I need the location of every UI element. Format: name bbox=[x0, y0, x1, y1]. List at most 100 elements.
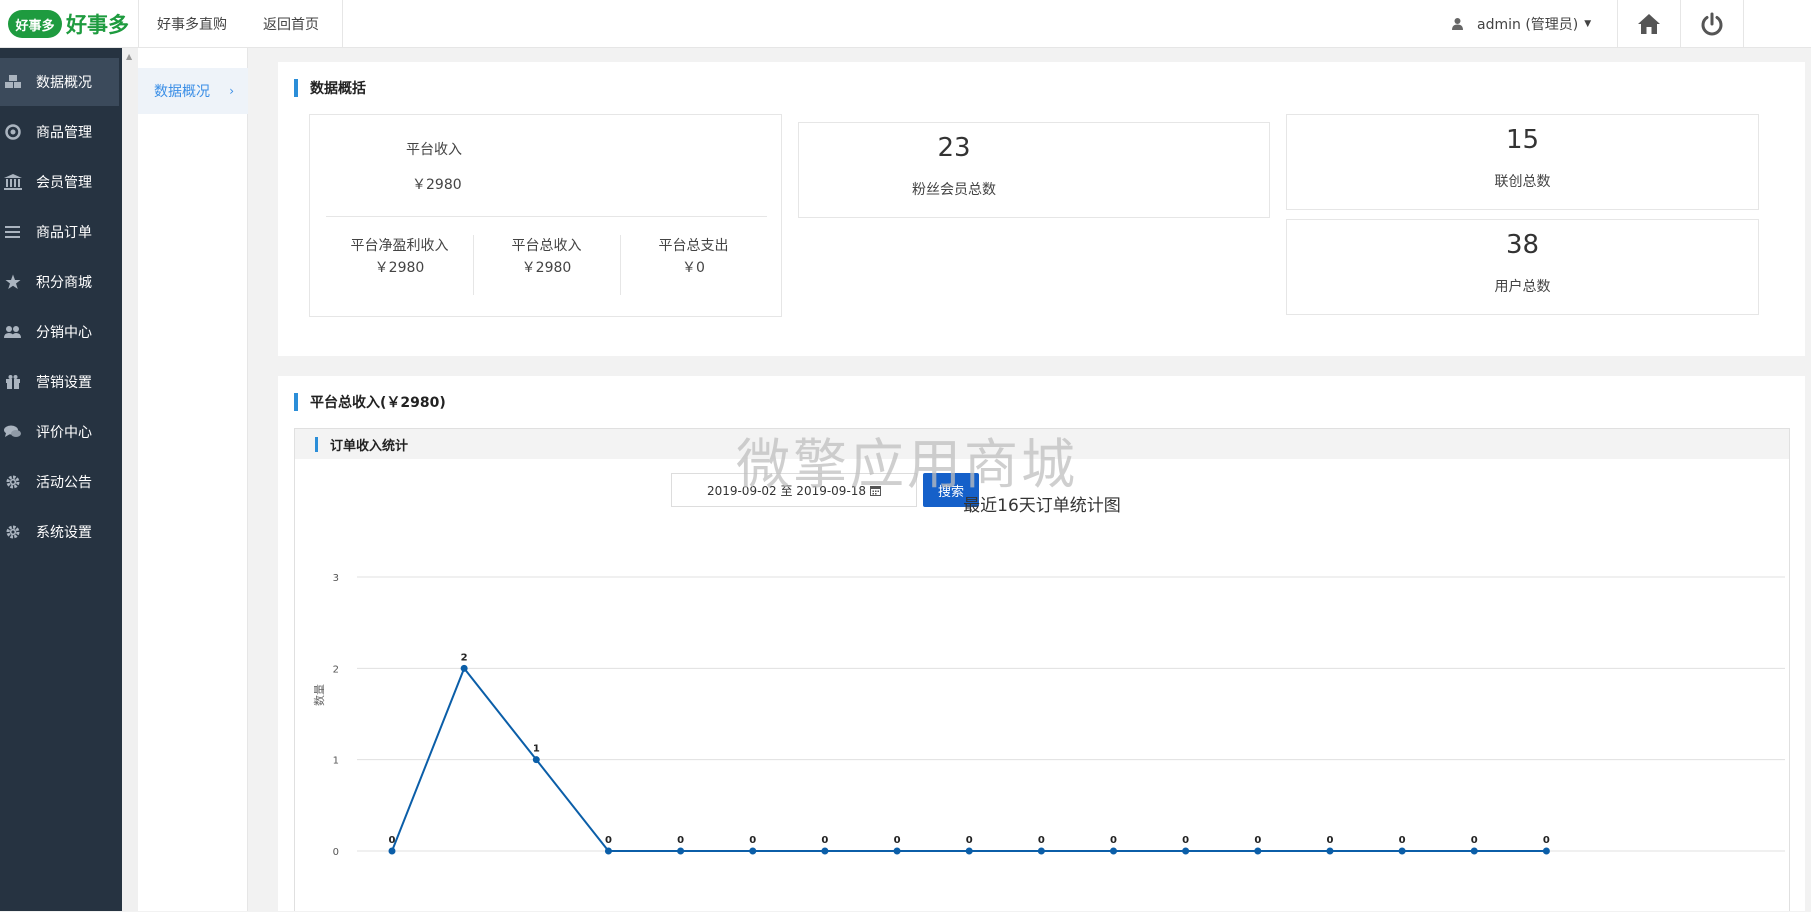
header-divider bbox=[342, 0, 343, 48]
user-menu[interactable]: admin (管理员) ▼ bbox=[1452, 14, 1591, 34]
data-point[interactable] bbox=[604, 847, 612, 855]
sidebar-item-label: 会员管理 bbox=[36, 175, 92, 191]
chart-head: 订单收入统计 bbox=[295, 429, 1789, 459]
data-label: 0 bbox=[677, 835, 684, 846]
sidebar-scrollbar[interactable]: ▲ bbox=[122, 48, 138, 911]
overview-panel: 数据概括 平台收入 ￥2980 平台净盈利收入 ￥2980 平台总收入 ￥298… bbox=[278, 62, 1805, 356]
income-label: 平台收入 bbox=[406, 142, 462, 158]
comments-icon bbox=[4, 423, 22, 441]
data-label: 2 bbox=[461, 652, 468, 663]
y-tick-label: 0 bbox=[333, 847, 339, 858]
secondary-nav: 数据概况 › bbox=[138, 48, 248, 911]
chevron-right-icon: › bbox=[229, 84, 234, 98]
logo-badge: 好事多 bbox=[8, 10, 62, 38]
header-divider bbox=[1743, 0, 1744, 48]
income-value: ￥2980 bbox=[412, 177, 462, 193]
sidebar-item-marketing[interactable]: 营销设置 bbox=[0, 358, 119, 406]
logout-button[interactable] bbox=[1680, 0, 1742, 48]
sidebar-item-label: 系统设置 bbox=[36, 525, 92, 541]
total-expense-block: 平台总支出 ￥0 bbox=[620, 235, 767, 299]
data-point[interactable] bbox=[1182, 847, 1190, 855]
data-point[interactable] bbox=[677, 847, 685, 855]
sidebar-item-overview[interactable]: 数据概况 bbox=[0, 58, 119, 106]
data-point[interactable] bbox=[893, 847, 901, 855]
gear-icon bbox=[4, 523, 22, 541]
header-divider bbox=[138, 0, 139, 48]
fans-card: 23 粉丝会员总数 bbox=[798, 122, 1270, 218]
data-label: 0 bbox=[749, 835, 756, 846]
data-point[interactable] bbox=[388, 847, 396, 855]
data-label: 0 bbox=[1038, 835, 1045, 846]
data-label: 1 bbox=[533, 744, 540, 755]
overview-title: 数据概括 bbox=[294, 78, 366, 98]
sidebar-item-label: 商品订单 bbox=[36, 225, 92, 241]
data-point[interactable] bbox=[1542, 847, 1550, 855]
logo[interactable]: 好事多 好事多 bbox=[8, 8, 129, 40]
order-income-chart-box: 订单收入统计 2019-09-02 至 2019-09-18 搜索 最近16天订… bbox=[294, 428, 1790, 911]
chevron-down-icon: ▼ bbox=[1584, 19, 1592, 29]
bank-icon bbox=[4, 173, 22, 191]
data-point[interactable] bbox=[1037, 847, 1045, 855]
income-panel-title: 平台总收入(￥2980) bbox=[294, 392, 446, 412]
data-label: 0 bbox=[1254, 835, 1261, 846]
sidebar-item-orders[interactable]: 商品订单 bbox=[0, 208, 119, 256]
data-point[interactable] bbox=[821, 847, 829, 855]
lianchuang-card: 15 联创总数 bbox=[1286, 114, 1759, 210]
home-button[interactable] bbox=[1617, 0, 1679, 48]
data-point[interactable] bbox=[532, 756, 540, 764]
sidebar-item-products[interactable]: 商品管理 bbox=[0, 108, 119, 156]
gear-icon bbox=[4, 473, 22, 491]
fans-label: 粉丝会员总数 bbox=[912, 182, 996, 198]
cubes-icon bbox=[4, 73, 22, 91]
scroll-up-icon[interactable]: ▲ bbox=[126, 52, 132, 61]
data-label: 0 bbox=[1399, 835, 1406, 846]
data-point[interactable] bbox=[965, 847, 973, 855]
subnav-item-label: 数据概况 bbox=[154, 84, 210, 100]
net-profit-value: ￥2980 bbox=[374, 260, 425, 276]
sidebar-item-distribution[interactable]: 分销中心 bbox=[0, 308, 119, 356]
total-income-label: 平台总收入 bbox=[511, 238, 582, 254]
sidebar-item-points-mall[interactable]: 积分商城 bbox=[0, 258, 119, 306]
users-icon bbox=[4, 323, 22, 341]
sidebar-item-label: 评价中心 bbox=[36, 425, 92, 441]
data-point[interactable] bbox=[1470, 847, 1478, 855]
sidebar-item-members[interactable]: 会员管理 bbox=[0, 158, 119, 206]
data-point[interactable] bbox=[749, 847, 757, 855]
sidebar-item-announcements[interactable]: 活动公告 bbox=[0, 458, 119, 506]
data-label: 0 bbox=[1471, 835, 1478, 846]
data-label: 0 bbox=[1543, 835, 1550, 846]
logo-text: 好事多 bbox=[66, 13, 129, 37]
sidebar-item-system-settings[interactable]: 系统设置 bbox=[0, 508, 119, 556]
users-label: 用户总数 bbox=[1494, 279, 1551, 295]
sidebar-item-label: 活动公告 bbox=[36, 475, 92, 491]
power-icon bbox=[1701, 12, 1722, 36]
list-icon bbox=[4, 223, 22, 241]
sidebar-item-label: 积分商城 bbox=[36, 275, 92, 291]
data-point[interactable] bbox=[1398, 847, 1406, 855]
subnav-item-overview[interactable]: 数据概况 › bbox=[138, 68, 248, 114]
lifebuoy-icon bbox=[4, 123, 22, 141]
home-icon bbox=[1637, 14, 1660, 34]
sidebar-item-label: 营销设置 bbox=[36, 375, 92, 391]
sidebar-item-label: 商品管理 bbox=[36, 125, 92, 141]
total-income-value: ￥2980 bbox=[521, 260, 572, 276]
data-label: 0 bbox=[605, 835, 612, 846]
nav-link-direct-buy[interactable]: 好事多直购 bbox=[157, 14, 227, 34]
sidebar-item-label: 分销中心 bbox=[36, 325, 92, 341]
total-expense-label: 平台总支出 bbox=[658, 238, 729, 254]
sidebar-item-reviews[interactable]: 评价中心 bbox=[0, 408, 119, 456]
data-point[interactable] bbox=[1326, 847, 1334, 855]
data-label: 0 bbox=[1110, 835, 1117, 846]
data-point[interactable] bbox=[460, 664, 468, 672]
total-expense-value: ￥0 bbox=[682, 260, 705, 276]
page-scrollbar[interactable] bbox=[1805, 48, 1811, 911]
users-value: 38 bbox=[1505, 230, 1540, 260]
divider bbox=[326, 216, 767, 217]
data-label: 0 bbox=[821, 835, 828, 846]
nav-link-home[interactable]: 返回首页 bbox=[263, 14, 319, 34]
data-point[interactable] bbox=[1254, 847, 1262, 855]
star-icon bbox=[4, 273, 22, 291]
data-label: 0 bbox=[966, 835, 973, 846]
income-card: 平台收入 ￥2980 平台净盈利收入 ￥2980 平台总收入 ￥2980 平台总… bbox=[309, 114, 782, 317]
data-point[interactable] bbox=[1110, 847, 1117, 855]
